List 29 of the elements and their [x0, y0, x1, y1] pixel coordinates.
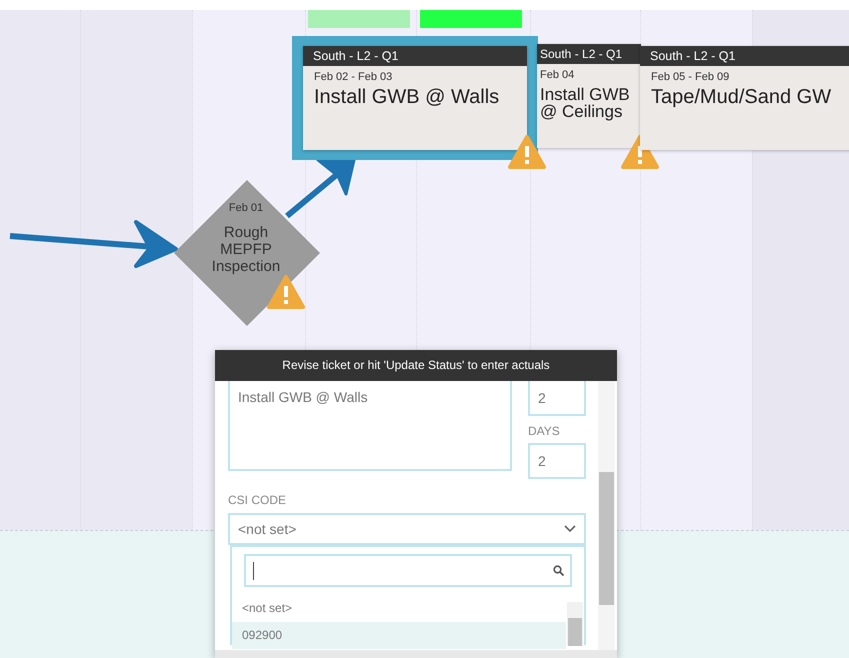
card-dates: Feb 05 - Feb 09: [650, 70, 730, 85]
card-location: South - L2 - Q1: [303, 46, 527, 66]
popup-scrollbar[interactable]: [598, 381, 615, 651]
card-title: Install GWB @ Ceilings: [539, 84, 631, 122]
task-card[interactable]: South - L2 - Q1 Feb 05 - Feb 09 Tape/Mud/Sand GW: [640, 46, 849, 150]
days-field[interactable]: 2: [528, 443, 586, 479]
card-title: Install GWB @ Walls: [313, 86, 500, 108]
arrow: [285, 158, 356, 218]
task-card[interactable]: South - L2 - Q1 Feb 04 Install GWB @ Ceilings: [537, 44, 641, 148]
search-field[interactable]: [244, 554, 572, 587]
milestone-date: Feb 01: [228, 201, 264, 216]
popup-title: Revise ticket or hit 'Update Status' to enter actuals: [215, 350, 617, 381]
list-scrollbar[interactable]: [567, 602, 583, 646]
card-location: South - L2 - Q1: [640, 46, 849, 66]
milestone-title: Rough MEPFP Inspection: [210, 224, 282, 275]
quantity-field[interactable]: 2: [528, 381, 586, 416]
card-title: Tape/Mud/Sand GW: [650, 86, 832, 108]
description-field[interactable]: Install GWB @ Walls: [228, 381, 512, 471]
csi-code-label: CSI CODE: [228, 492, 288, 509]
card-dates: Feb 02 - Feb 03: [313, 70, 394, 85]
task-card[interactable]: South - L2 - Q1 Feb 02 - Feb 03 Install GWB @ Walls: [303, 46, 527, 150]
dropdown-option[interactable]: 092900: [232, 622, 566, 649]
card-location: South - L2 - Q1: [537, 44, 641, 64]
search-icon: [553, 565, 564, 576]
csi-code-select[interactable]: <not set>: [228, 513, 586, 545]
card-dates: Feb 04: [539, 68, 576, 83]
days-label: DAYS: [528, 423, 561, 440]
milestone-diamond[interactable]: [172, 178, 322, 328]
chevron-down-icon: [564, 525, 576, 533]
